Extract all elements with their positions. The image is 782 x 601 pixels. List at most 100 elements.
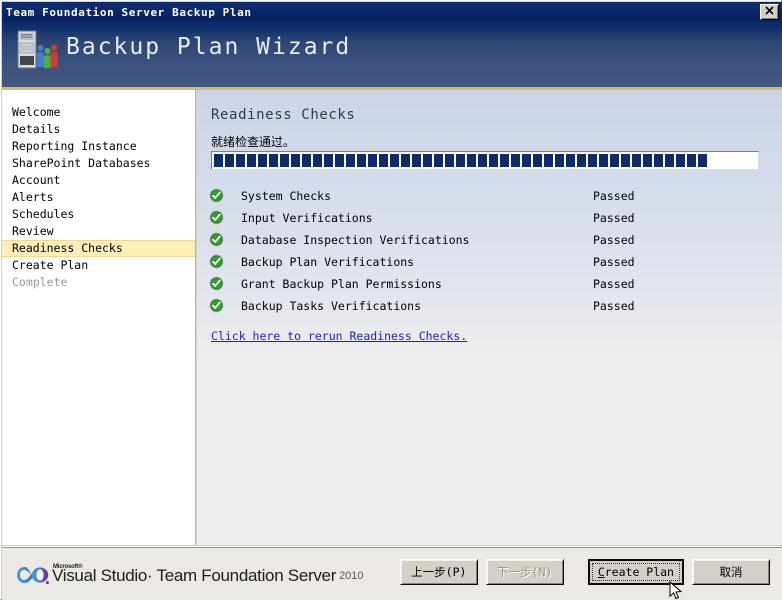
banner-title: Backup Plan Wizard <box>66 34 352 60</box>
progress-segment <box>346 154 355 167</box>
page-title: Readiness Checks <box>211 107 356 123</box>
progress-segment <box>544 154 553 167</box>
sidebar-item-sharepoint-databases[interactable]: SharePoint Databases <box>2 155 195 172</box>
visual-studio-infinity-logo <box>17 567 49 585</box>
sidebar-item-account[interactable]: Account <box>2 172 195 189</box>
progress-segment <box>236 154 245 167</box>
progress-segment <box>335 154 344 167</box>
sidebar-item-details[interactable]: Details <box>2 121 195 138</box>
progress-segment <box>522 154 531 167</box>
progress-segment <box>434 154 443 167</box>
sidebar-item-schedules[interactable]: Schedules <box>2 206 195 223</box>
progress-segment <box>269 154 278 167</box>
table-row: Backup Tasks Verifications Passed <box>205 295 775 317</box>
progress-segment <box>588 154 597 167</box>
cancel-button-label: 取消 <box>719 565 743 579</box>
sidebar-item-create-plan[interactable]: Create Plan <box>2 257 195 274</box>
close-icon[interactable] <box>760 4 779 20</box>
sidebar-item-readiness-checks[interactable]: Readiness Checks <box>2 240 195 257</box>
check-label: System Checks <box>241 189 332 203</box>
green-check-icon <box>209 188 224 203</box>
progress-segment <box>379 154 388 167</box>
progress-segment <box>357 154 366 167</box>
progress-segment <box>401 154 410 167</box>
sidebar-item-alerts[interactable]: Alerts <box>2 189 195 206</box>
green-check-icon <box>209 276 224 291</box>
status-badge: Passed <box>593 233 635 247</box>
progress-segment <box>577 154 586 167</box>
back-button-label: 上一步(P) <box>411 565 467 579</box>
readiness-check-list: System Checks Passed Input Verifications… <box>205 185 775 317</box>
progress-segment <box>258 154 267 167</box>
sidebar-item-reporting-instance[interactable]: Reporting Instance <box>2 138 195 155</box>
sidebar-item-complete: Complete <box>12 275 68 289</box>
progress-segment <box>324 154 333 167</box>
status-badge: Passed <box>593 255 635 269</box>
check-label: Grant Backup Plan Permissions <box>241 277 442 291</box>
status-badge: Passed <box>593 211 635 225</box>
progress-segment <box>500 154 509 167</box>
progress-segment <box>467 154 476 167</box>
progress-segment <box>478 154 487 167</box>
progress-segment <box>698 154 707 167</box>
wizard-content-pane: Readiness Checks 就绪检查通过。 System Checks P… <box>197 90 782 545</box>
next-button-label: 下一步(N) <box>497 565 553 579</box>
progress-segment <box>247 154 256 167</box>
progress-segment <box>445 154 454 167</box>
progress-segment <box>225 154 234 167</box>
cancel-button[interactable]: 取消 <box>692 559 770 585</box>
back-button[interactable]: 上一步(P) <box>399 559 478 585</box>
create-plan-button[interactable]: Create Plan <box>587 559 684 585</box>
footer-button-group: 上一步(P) 下一步(N) Create Plan 取消 <box>399 559 770 585</box>
check-label: Backup Tasks Verifications <box>241 299 422 313</box>
table-row: Grant Backup Plan Permissions Passed <box>205 273 775 295</box>
status-badge: Passed <box>593 277 635 291</box>
progress-segment <box>566 154 575 167</box>
table-row: System Checks Passed <box>205 185 775 207</box>
status-text: 就绪检查通过。 <box>211 135 296 149</box>
progress-segment <box>291 154 300 167</box>
status-badge: Passed <box>593 299 635 313</box>
sidebar-item-welcome[interactable]: Welcome <box>2 104 195 121</box>
check-label: Database Inspection Verifications <box>241 233 470 247</box>
progress-segment <box>511 154 520 167</box>
progress-segment <box>599 154 608 167</box>
progress-segment <box>214 154 223 167</box>
green-check-icon <box>209 254 224 269</box>
footer-divider <box>2 547 782 548</box>
progress-segment <box>302 154 311 167</box>
progress-segment <box>621 154 630 167</box>
table-row: Input Verifications Passed <box>205 207 775 229</box>
progress-segment <box>533 154 542 167</box>
server-and-users-icon <box>17 30 58 69</box>
wizard-footer: Microsoft® Visual Studio· Team Foundatio… <box>2 546 782 600</box>
wizard-window: Team Foundation Server Backup Plan Backu… <box>0 0 782 600</box>
visual-studio-wordmark: Microsoft® Visual Studio· Team Foundatio… <box>52 564 337 586</box>
progress-segment <box>313 154 322 167</box>
check-label: Input Verifications <box>241 211 373 225</box>
next-button[interactable]: 下一步(N) <box>485 559 564 585</box>
progress-segment <box>632 154 641 167</box>
window-titlebar[interactable]: Team Foundation Server Backup Plan <box>2 2 782 22</box>
progress-segment <box>368 154 377 167</box>
green-check-icon <box>209 232 224 247</box>
check-label: Backup Plan Verifications <box>241 255 415 269</box>
progress-segment <box>555 154 564 167</box>
progress-segment <box>676 154 685 167</box>
progress-segment <box>610 154 619 167</box>
progress-segment <box>643 154 652 167</box>
sidebar-item-review[interactable]: Review <box>2 223 195 240</box>
microsoft-label: Microsoft® <box>53 564 83 570</box>
table-row: Database Inspection Verifications Passed <box>205 229 775 251</box>
wizard-step-sidebar: Welcome Details Reporting Instance Share… <box>2 90 196 545</box>
wizard-banner: Backup Plan Wizard <box>2 22 782 87</box>
table-row: Backup Plan Verifications Passed <box>205 251 775 273</box>
progress-bar-fill <box>214 154 756 167</box>
visual-studio-logo: Microsoft® Visual Studio· Team Foundatio… <box>16 560 364 586</box>
progress-segment <box>654 154 663 167</box>
product-name: Visual Studio· Team Foundation Server <box>52 566 337 585</box>
progress-segment <box>456 154 465 167</box>
product-year: 2010 <box>339 570 364 582</box>
progress-segment <box>412 154 421 167</box>
rerun-readiness-checks-link[interactable]: Click here to rerun Readiness Checks. <box>211 329 467 343</box>
